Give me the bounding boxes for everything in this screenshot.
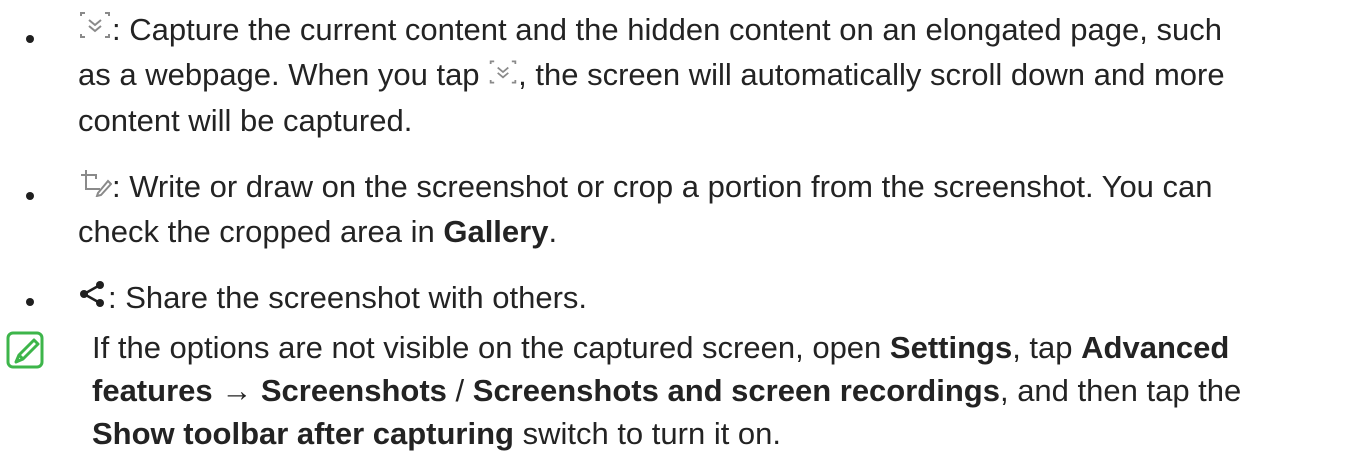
item-text-line: check the cropped area in [78, 214, 444, 250]
note-text: / [446, 373, 473, 408]
document-page: : Capture the current content and the hi… [0, 0, 1357, 462]
note-text: If the options are not visible on the ca… [92, 330, 890, 365]
screenshots-recordings-label: Screenshots and screen recordings [472, 373, 1000, 408]
bullet [26, 298, 34, 306]
share-icon [78, 276, 108, 319]
show-toolbar-label: Show toolbar after capturing [92, 416, 514, 451]
features-label: features [92, 373, 213, 408]
item-text-line: content will be captured. [78, 102, 413, 138]
item-text-line: : Share the screenshot with others. [108, 280, 588, 315]
item-text-line: : Write or draw on the screenshot or cro… [112, 169, 1213, 204]
note-text: , tap [1012, 330, 1082, 365]
advanced-label: Advanced [1081, 330, 1230, 365]
screenshots-label: Screenshots [260, 373, 447, 408]
note-text: , and then tap the [999, 373, 1242, 408]
item-text-line: , the screen will automatically scroll d… [518, 57, 1225, 93]
item-text-line: as a webpage. When you tap [78, 57, 489, 93]
gallery-label: Gallery [443, 214, 549, 250]
bullet [26, 192, 34, 200]
crop-draw-icon [78, 165, 113, 208]
scroll-capture-icon [78, 8, 112, 51]
scroll-capture-icon [488, 54, 518, 97]
item-text-line: : Capture the current content and the hi… [112, 12, 1222, 47]
note-icon [6, 331, 46, 371]
note-text: → [212, 373, 261, 408]
settings-label: Settings [889, 330, 1013, 365]
bullet [26, 35, 34, 43]
item-text-line: . [548, 214, 558, 250]
note-text: switch to turn it on. [513, 416, 782, 451]
